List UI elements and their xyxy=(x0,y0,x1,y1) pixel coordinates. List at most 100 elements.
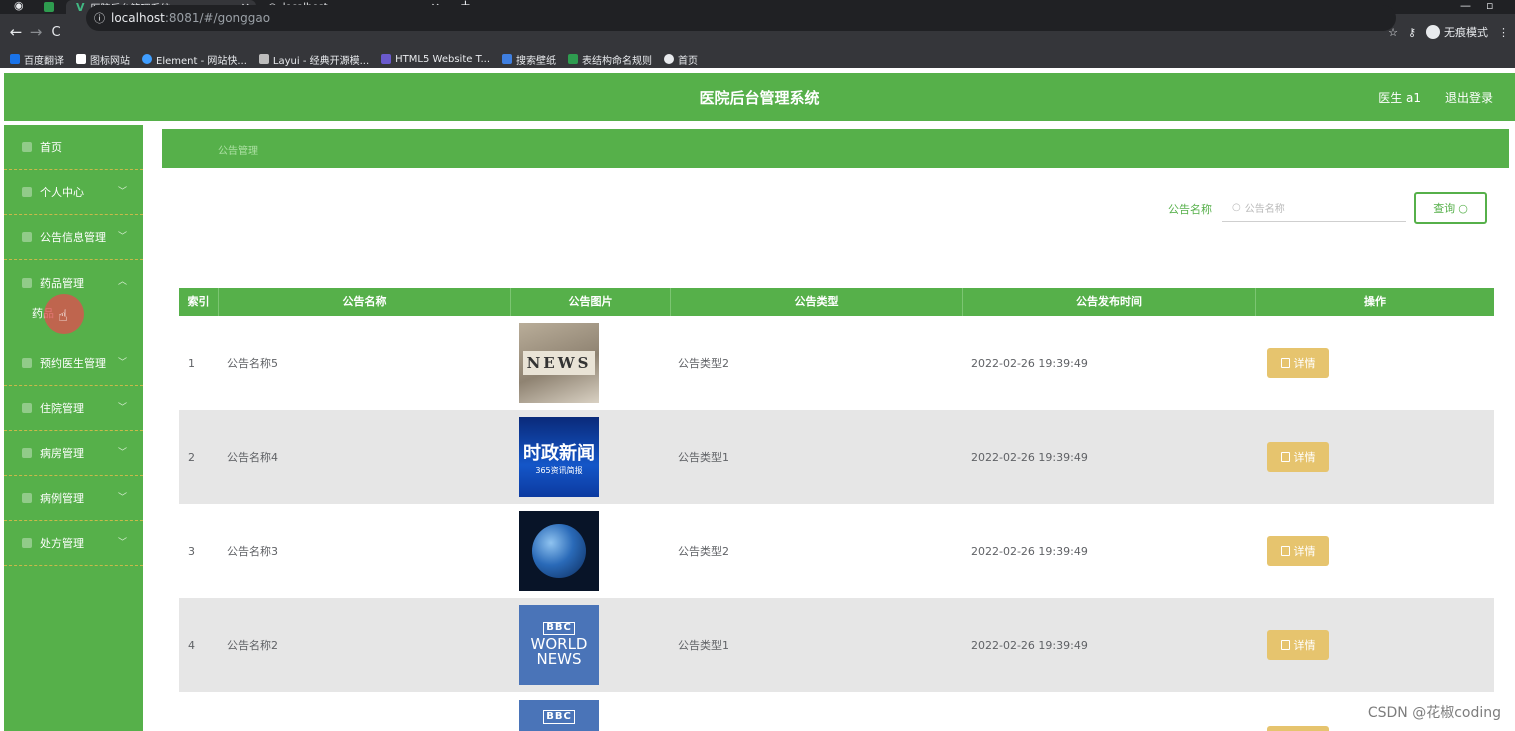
globe-graphic xyxy=(532,524,586,578)
notice-image[interactable]: 时政新闻 365资讯简报 xyxy=(519,417,599,497)
breadcrumb: 公告管理 xyxy=(162,129,1509,168)
query-button[interactable]: 查询 ○ xyxy=(1414,192,1487,224)
bookmark-item[interactable]: Layui - 经典开源模... xyxy=(258,52,369,67)
bookmark-item[interactable]: 首页 xyxy=(664,52,698,67)
forward-icon[interactable]: → xyxy=(26,23,46,41)
row-index: 2 xyxy=(188,450,195,464)
chevron-down-icon: ﹀ xyxy=(118,448,128,458)
column-header: 公告图片 xyxy=(511,288,671,316)
sidebar-item-case[interactable]: 病例管理 ﹀ xyxy=(4,476,143,521)
search-input[interactable]: ○ 公告名称 xyxy=(1222,194,1406,222)
row-index: 3 xyxy=(188,544,195,558)
detail-button[interactable]: 详情 xyxy=(1267,348,1329,378)
table-header: 索引 公告名称 公告图片 公告类型 公告发布时间 操作 xyxy=(179,288,1494,316)
incognito-indicator[interactable]: 无痕模式 xyxy=(1426,24,1488,40)
notice-time: 2022-02-26 19:39:49 xyxy=(971,544,1088,558)
document-icon xyxy=(1280,358,1290,368)
current-user: 医生 a1 xyxy=(1378,91,1421,105)
info-icon: ⓘ xyxy=(94,12,105,25)
chevron-down-icon: ﹀ xyxy=(118,187,128,197)
table-row: 4 公告名称2 BBC WORLD NEWS 公告类型1 2022-02-26 … xyxy=(179,598,1494,692)
bookmarks-bar: 百度翻译 图标网站 Element - 网站快... Layui - 经典开源模… xyxy=(0,50,1515,68)
notice-name: 公告名称5 xyxy=(227,357,278,370)
breadcrumb-item[interactable]: 公告管理 xyxy=(218,142,258,157)
document-icon xyxy=(1280,452,1290,462)
notice-image[interactable] xyxy=(519,511,599,591)
maximize-button[interactable]: ▫ xyxy=(1486,0,1493,12)
detail-button[interactable]: 详情 xyxy=(1267,536,1329,566)
detail-cell: 详情 xyxy=(1267,410,1329,504)
sidebar-item-home[interactable]: 首页 xyxy=(4,125,143,170)
layui-icon xyxy=(258,54,269,64)
wallpaper-icon xyxy=(502,54,513,64)
row-index: 4 xyxy=(188,638,195,652)
column-header: 公告发布时间 xyxy=(963,288,1256,316)
notice-image[interactable]: NEWS xyxy=(519,323,599,403)
sidebar: 首页 个人中心 ﹀ 公告信息管理 ﹀ 药品管理 ︿ 药品 预约医生管理 ﹀ 住院… xyxy=(4,125,143,731)
bookmark-item[interactable]: 百度翻译 xyxy=(10,52,64,67)
reload-icon[interactable]: C xyxy=(46,25,66,40)
back-icon[interactable]: ← xyxy=(6,23,26,41)
search-label: 公告名称 xyxy=(1168,203,1212,216)
chrome-icon: ◉ xyxy=(14,0,24,12)
table-row: 1 公告名称5 NEWS 公告类型2 2022-02-26 19:39:49 详… xyxy=(179,316,1494,410)
notice-time: 2022-02-26 19:39:49 xyxy=(971,638,1088,652)
case-icon xyxy=(22,493,32,503)
notice-icon xyxy=(22,232,32,242)
notice-image-cell: BBC WORLD NEWS xyxy=(519,598,599,692)
column-header: 操作 xyxy=(1364,295,1386,308)
table-row: 2 公告名称4 时政新闻 365资讯简报 公告类型1 2022-02-26 19… xyxy=(179,410,1494,504)
calendar-icon xyxy=(22,358,32,368)
bookmark-item[interactable]: 图标网站 xyxy=(76,52,130,67)
table-row: 3 公告名称3 公告类型2 2022-02-26 19:39:49 详情 xyxy=(179,504,1494,598)
sidebar-item-prescription[interactable]: 处方管理 ﹀ xyxy=(4,521,143,566)
sidebar-item-notice[interactable]: 公告信息管理 ﹀ xyxy=(4,215,143,260)
watermark: CSDN @花椒coding xyxy=(1367,705,1501,721)
prescription-icon xyxy=(22,538,32,548)
chevron-down-icon: ﹀ xyxy=(118,493,128,503)
notice-image[interactable]: BBC WORLD NEWS xyxy=(519,605,599,685)
menu-icon[interactable]: ⋮ xyxy=(1498,26,1509,39)
chevron-down-icon: ﹀ xyxy=(118,358,128,368)
globe-icon xyxy=(664,54,675,64)
notice-name: 公告名称3 xyxy=(227,545,278,558)
detail-button[interactable] xyxy=(1267,726,1329,731)
column-header: 公告类型 xyxy=(671,288,963,316)
medicine-icon xyxy=(22,277,32,288)
bookmark-item[interactable]: 搜索壁纸 xyxy=(502,52,556,67)
logout-button[interactable]: 退出登录 xyxy=(1445,89,1493,106)
star-icon[interactable]: ☆ xyxy=(1388,26,1398,39)
notice-type: 公告类型2 xyxy=(678,357,729,370)
bookmark-item[interactable]: Element - 网站快... xyxy=(142,52,247,67)
document-icon xyxy=(1280,640,1290,650)
bookmark-item[interactable]: 表结构命名规则 xyxy=(568,52,652,67)
sidebar-item-ward[interactable]: 病房管理 ﹀ xyxy=(4,431,143,476)
hand-cursor-icon: ☝ xyxy=(58,306,68,325)
flag-icon xyxy=(76,54,86,64)
translate-icon xyxy=(10,54,20,64)
column-header: 公告名称 xyxy=(219,288,511,316)
sidebar-item-appointment[interactable]: 预约医生管理 ﹀ xyxy=(4,341,143,386)
app-title: 医院后台管理系统 xyxy=(699,89,820,107)
table-row: BBC xyxy=(179,692,1494,731)
detail-button[interactable]: 详情 xyxy=(1267,442,1329,472)
bookmark-item[interactable]: HTML5 Website T... xyxy=(381,54,490,65)
url-host: localhost xyxy=(111,11,165,25)
notice-type: 公告类型2 xyxy=(678,545,729,558)
notice-type: 公告类型1 xyxy=(678,451,729,464)
url-field[interactable]: ⓘ localhost :8081/#/gonggao xyxy=(86,5,1396,31)
minimize-button[interactable]: — xyxy=(1460,0,1471,12)
notice-image-cell: NEWS xyxy=(519,316,599,410)
row-index: 1 xyxy=(188,356,195,370)
notice-image-cell xyxy=(519,504,599,598)
search-placeholder: 公告名称 xyxy=(1244,204,1285,215)
sidebar-item-inpatient[interactable]: 住院管理 ﹀ xyxy=(4,386,143,431)
detail-cell: 详情 xyxy=(1267,504,1329,598)
notice-image[interactable]: BBC xyxy=(519,700,599,731)
sidebar-item-profile[interactable]: 个人中心 ﹀ xyxy=(4,170,143,215)
detail-button[interactable]: 详情 xyxy=(1267,630,1329,660)
incognito-icon xyxy=(1426,25,1440,39)
pinned-tab-icon[interactable] xyxy=(44,2,54,12)
key-icon[interactable]: ⚷ xyxy=(1408,26,1416,39)
notice-time: 2022-02-26 19:39:49 xyxy=(971,450,1088,464)
